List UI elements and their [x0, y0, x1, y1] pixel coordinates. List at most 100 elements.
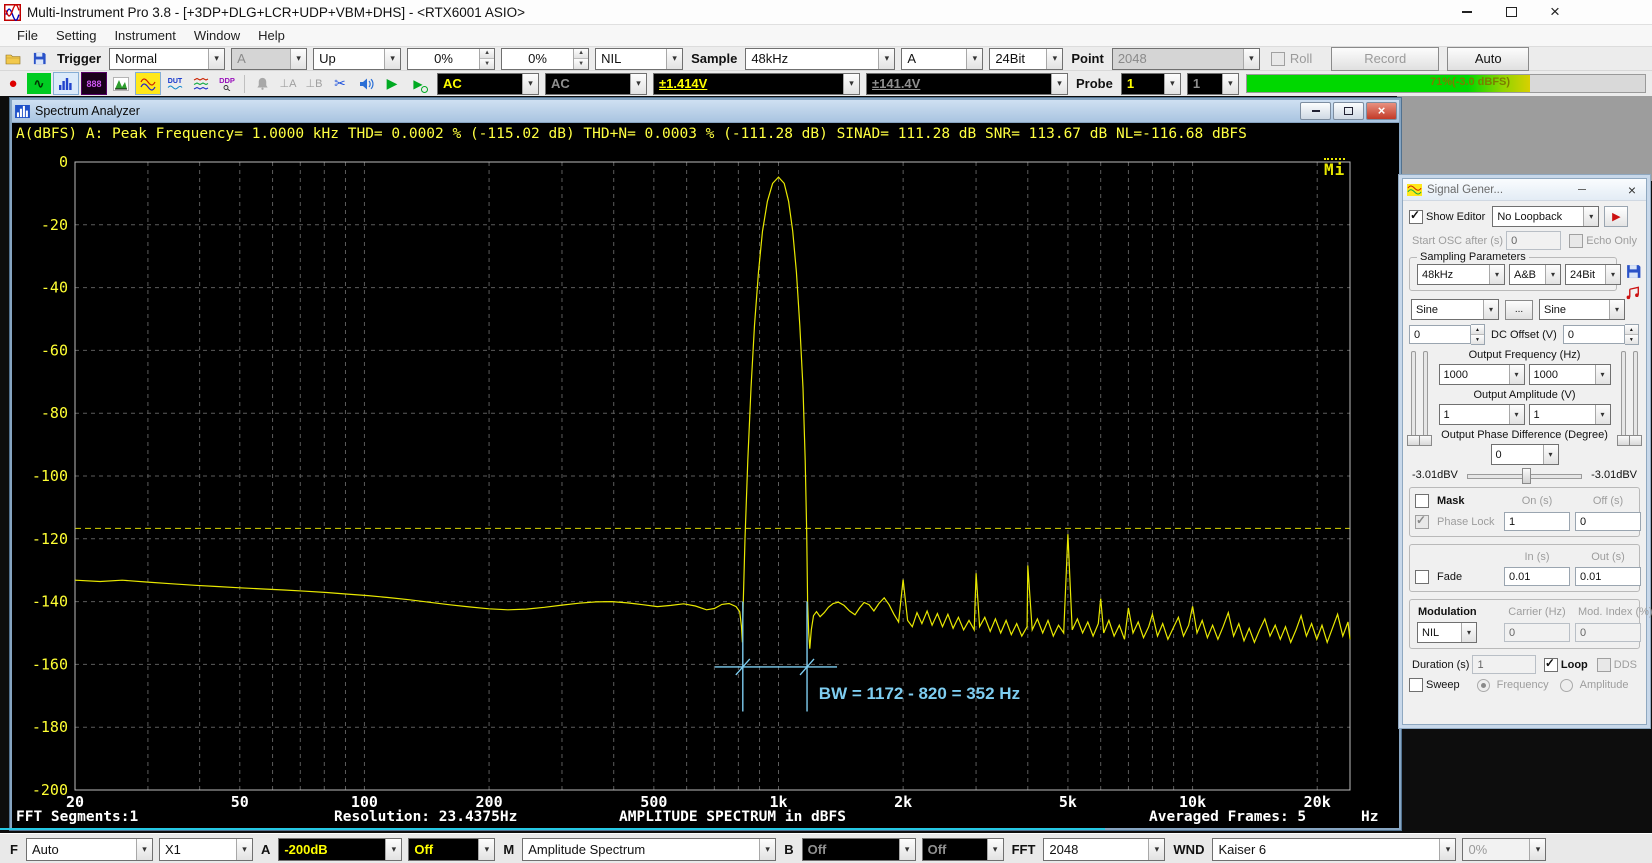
range-a-combo[interactable]: ±1.414V — [653, 73, 860, 95]
marker-a-icon[interactable]: ⊥A — [276, 73, 300, 94]
probe-a-combo[interactable]: 1 — [1121, 73, 1181, 95]
balance-slider[interactable] — [1465, 467, 1584, 483]
sweep-checkbox[interactable] — [1409, 678, 1423, 692]
sample-channel-combo[interactable]: A — [901, 48, 983, 70]
sound-output-icon[interactable] — [354, 73, 378, 94]
coupling-a-combo[interactable]: AC — [437, 73, 539, 95]
sampling-bits-combo[interactable]: 24Bit — [1565, 264, 1621, 285]
sweep-frequency-radio[interactable] — [1477, 679, 1490, 692]
music-notes-icon[interactable] — [1625, 285, 1642, 305]
window-function-combo[interactable]: Kaiser 6 — [1212, 838, 1456, 861]
siggen-close-button[interactable]: × — [1621, 182, 1643, 197]
minimize-button[interactable] — [1458, 3, 1476, 21]
range-b-combo[interactable]: ±141.4V — [866, 73, 1068, 95]
trigger-edge-combo[interactable]: Up — [313, 48, 401, 70]
auto-button[interactable]: Auto — [1447, 47, 1529, 71]
freq-a-slider[interactable] — [1411, 351, 1416, 445]
sample-bits-combo[interactable]: 24Bit — [989, 48, 1063, 70]
record-icon[interactable]: ● — [1, 73, 25, 94]
fade-out-input[interactable]: 0.01 — [1575, 567, 1641, 586]
loop-checkbox[interactable] — [1544, 658, 1558, 672]
siggen-minimize-button[interactable] — [1571, 182, 1593, 197]
device-test-plan-icon[interactable]: DUT — [163, 73, 187, 94]
sweep-amplitude-radio[interactable] — [1560, 679, 1573, 692]
dc-offset-b-input[interactable]: 0 — [1563, 325, 1625, 344]
probe-calibration-icon[interactable]: ✂ — [328, 73, 352, 94]
menu-instrument[interactable]: Instrument — [105, 26, 184, 45]
mask-off-input[interactable]: 0 — [1575, 512, 1641, 531]
menu-window[interactable]: Window — [185, 26, 249, 45]
derived-data-curves-icon[interactable] — [189, 73, 213, 94]
close-button[interactable]: × — [1546, 3, 1564, 21]
spectrum-analyzer-icon[interactable] — [53, 72, 79, 95]
amplitude-a-combo[interactable]: 1 — [1439, 404, 1525, 425]
echo-only-checkbox[interactable] — [1569, 234, 1583, 248]
menu-file[interactable]: File — [8, 26, 47, 45]
menu-setting[interactable]: Setting — [47, 26, 105, 45]
fade-checkbox[interactable] — [1415, 570, 1429, 584]
amplitude-b-combo[interactable]: 1 — [1529, 404, 1611, 425]
mask-on-input[interactable]: 1 — [1504, 512, 1570, 531]
save-icon[interactable] — [27, 48, 51, 69]
freq-b-slider[interactable] — [1621, 351, 1626, 445]
ddp-viewer-icon[interactable]: DDP — [215, 73, 239, 94]
frequency-a-combo[interactable]: 1000 — [1439, 364, 1525, 385]
loopback-combo[interactable]: No Loopback — [1492, 206, 1599, 227]
spectrum-window-titlebar[interactable]: Spectrum Analyzer × — [12, 100, 1399, 123]
point-count-combo[interactable]: 2048 — [1112, 48, 1260, 70]
dc-a-spinner[interactable]: ▲▼ — [1471, 324, 1485, 345]
mod-index-input[interactable]: 0 — [1575, 623, 1641, 642]
trigger-hpf-combo[interactable]: NIL — [595, 48, 683, 70]
spectrum-close-button[interactable]: × — [1366, 102, 1397, 120]
start-osc-input[interactable]: 0 — [1506, 231, 1561, 250]
probe-b-combo[interactable]: 1 — [1187, 73, 1239, 95]
a-ref-combo[interactable]: Off — [408, 838, 495, 861]
wave-editor-button[interactable]: ... — [1505, 300, 1533, 320]
frequency-b-combo[interactable]: 1000 — [1529, 364, 1611, 385]
generator-run-button[interactable]: ▶ — [1604, 206, 1628, 227]
b-ref-combo[interactable]: Off — [922, 838, 1004, 861]
run-segment-icon[interactable]: ▶ — [406, 73, 430, 94]
alarm-icon[interactable] — [250, 73, 274, 94]
sampling-rate-combo[interactable]: 48kHz — [1417, 264, 1505, 285]
record-button[interactable]: Record — [1331, 47, 1439, 71]
trigger-source-combo[interactable]: A — [231, 48, 307, 70]
phase-lock-checkbox[interactable] — [1415, 515, 1429, 529]
menu-help[interactable]: Help — [249, 26, 294, 45]
waveform-b-combo[interactable]: Sine — [1539, 299, 1625, 320]
siggen-maximize-button[interactable] — [1596, 182, 1618, 197]
trigger-level-spinner[interactable]: 0%▲▼ — [407, 48, 495, 70]
duration-input[interactable]: 1 — [1472, 655, 1535, 674]
signal-generator-titlebar[interactable]: Signal Gener... × — [1403, 179, 1646, 201]
spectrum-3d-plot-icon[interactable] — [109, 73, 133, 94]
multimeter-icon[interactable]: 888 — [81, 72, 107, 95]
spectrum-restore-button[interactable] — [1333, 102, 1364, 120]
fft-size-combo[interactable]: 2048 — [1043, 838, 1165, 861]
a-range-combo[interactable]: -200dB — [278, 838, 402, 861]
run-icon[interactable]: ▶ — [380, 73, 404, 94]
open-file-icon[interactable] — [1, 48, 25, 69]
signal-generator-icon[interactable] — [135, 72, 161, 95]
sampling-channels-combo[interactable]: A&B — [1509, 264, 1561, 285]
oscilloscope-icon[interactable]: ∿ — [27, 73, 51, 94]
x-scale-combo[interactable]: X1 — [159, 838, 253, 861]
waveform-a-combo[interactable]: Sine — [1411, 299, 1499, 320]
show-editor-checkbox[interactable] — [1409, 210, 1423, 224]
freq-axis-combo[interactable]: Auto — [26, 838, 153, 861]
roll-checkbox[interactable] — [1271, 52, 1285, 66]
dds-checkbox[interactable] — [1597, 658, 1611, 672]
overlap-combo[interactable]: 0% — [1462, 838, 1546, 861]
save-signal-icon[interactable] — [1625, 263, 1642, 283]
marker-b-icon[interactable]: ⊥B — [302, 73, 326, 94]
mask-checkbox[interactable] — [1415, 494, 1429, 508]
trigger-mode-combo[interactable]: Normal — [109, 48, 225, 70]
maximize-button[interactable] — [1502, 3, 1520, 21]
modulation-combo[interactable]: NIL — [1417, 622, 1477, 643]
b-range-combo[interactable]: Off — [802, 838, 916, 861]
spectrum-plot[interactable]: 0-20-40-60-80-100-120-140-160-180-200205… — [12, 145, 1395, 825]
fade-in-input[interactable]: 0.01 — [1504, 567, 1570, 586]
amp-b-slider[interactable] — [1633, 351, 1638, 445]
phase-combo[interactable]: 0 — [1491, 444, 1559, 465]
sample-rate-combo[interactable]: 48kHz — [745, 48, 895, 70]
carrier-input[interactable]: 0 — [1504, 623, 1570, 642]
